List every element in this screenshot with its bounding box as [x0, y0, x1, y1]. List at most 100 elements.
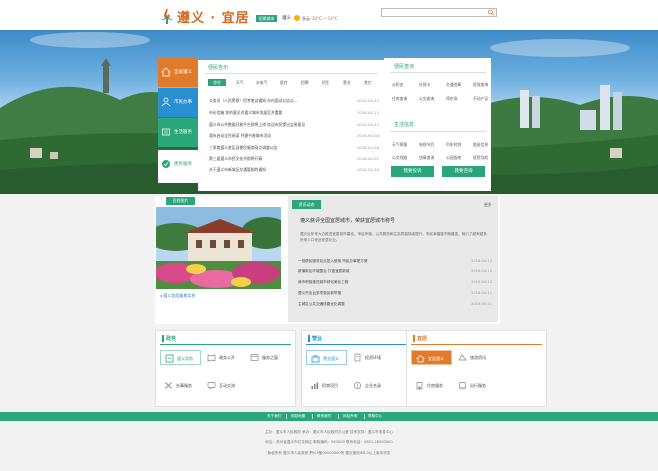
document-icon	[354, 353, 361, 362]
convenience-item[interactable]: 停车场	[446, 96, 457, 102]
notice-row[interactable]: 第三届遵义市民文化节即将开幕 2016-04-02	[209, 156, 379, 162]
service-item-label: 招商项目	[322, 383, 338, 388]
logo-icon	[161, 8, 173, 24]
notice-row[interactable]: 三季度遵义各区县便民服务网点调整公告 2016-04-08	[209, 145, 379, 151]
house-icon	[416, 354, 425, 363]
photo-tab[interactable]: 百姓图片	[166, 197, 195, 205]
city-name: 遵义	[282, 16, 291, 21]
nav-tile-convenience[interactable]: 便民服务	[158, 150, 198, 183]
news-row[interactable]: 我市积极推进城市绿化美化工程 2016-04-12	[298, 280, 492, 285]
divider	[364, 414, 365, 419]
logo-text: 遵义 · 宜居	[177, 11, 250, 26]
notice-row-date: 2016-04-11	[356, 110, 379, 115]
photo-image[interactable]	[156, 207, 281, 289]
convenience-item[interactable]: 社保卡	[419, 82, 430, 88]
notice-row-date: 2016-04-08	[356, 133, 379, 138]
search-icon[interactable]	[487, 9, 495, 16]
footer-link[interactable]: 联系我们	[317, 414, 331, 419]
service-item[interactable]: 出行服务	[454, 378, 495, 393]
service-item[interactable]: 营业遵义	[306, 350, 347, 365]
service-item[interactable]: 住房服务	[411, 378, 452, 393]
notice-tab-active[interactable]: 综合	[208, 79, 226, 86]
notice-row[interactable]: 遵义市公共数据开放平台即将上线 欢迎市民提出宝贵意见 2016-04-11	[209, 122, 379, 128]
business-icon	[311, 355, 320, 363]
notice-tab[interactable]: 水电气	[256, 80, 267, 86]
notice-tab[interactable]: 医疗	[280, 80, 288, 86]
travel-icon	[458, 354, 467, 361]
service-item[interactable]: 旅游资讯	[454, 350, 495, 365]
photo-caption[interactable]: ◂ 遵义宜居美景实拍	[160, 293, 195, 299]
nav-tile-affairs[interactable]: 市民办事	[158, 88, 198, 117]
service-item[interactable]: 政务公开	[203, 350, 244, 365]
convenience-item[interactable]: 不动产证	[473, 96, 488, 102]
notice-row-text: 市长信箱 你的意见对遵义城市发展至关重要	[209, 110, 283, 115]
service-item[interactable]: 企业名录	[349, 378, 390, 393]
service-item-label: 互动交流	[219, 383, 235, 388]
footer-link[interactable]: 帮助中心	[368, 414, 382, 419]
nav-tile-livable[interactable]: 宜居遵义	[158, 58, 198, 87]
news-row-text: 遵义市出台多项惠民新举措	[298, 291, 342, 295]
weather-text: 多云	[302, 16, 310, 21]
footer-link[interactable]: 关于我们	[267, 414, 281, 419]
nav-tile-life-service[interactable]: 生活服务	[158, 118, 198, 147]
news-row-date: 2016-04-11	[471, 302, 492, 306]
news-row-text: 一批便民服务站点投入使用 市民办事更方便	[298, 259, 368, 263]
news-row[interactable]: 主城区公共交通线路优化调整 2016-04-11	[298, 302, 492, 307]
notice-row[interactable]: 市长信箱 你的意见对遵义城市发展至关重要 2016-04-11	[209, 110, 379, 116]
service-item[interactable]: 办事服务	[160, 378, 201, 393]
life-item[interactable]: 列车时刻	[446, 142, 461, 148]
life-item[interactable]: 医院导航	[473, 155, 488, 161]
news-tab[interactable]: 资讯动态	[292, 200, 321, 209]
convenience-item[interactable]: 公积金	[392, 82, 403, 88]
service-card-livable	[406, 330, 547, 407]
news-more-link[interactable]: 更多	[484, 202, 492, 208]
convenience-item[interactable]: 住房查询	[392, 96, 407, 102]
notice-row[interactable]: 公务员（人民警察）招考笔试通知 市内面试公告公... 2016-04-12	[209, 98, 379, 104]
convenience-item[interactable]: 交通违章	[446, 82, 461, 88]
service-item[interactable]: 宜居遵义	[411, 350, 452, 365]
footer-link[interactable]: 网站声明	[343, 414, 357, 419]
news-row[interactable]: 遵义市出台多项惠民新举措 2016-04-11	[298, 291, 492, 296]
news-row-date: 2016-04-12	[471, 269, 492, 273]
news-row[interactable]: 一批便民服务站点投入使用 市民办事更方便 2016-04-12	[298, 259, 492, 264]
life-item[interactable]: 公交线路	[392, 155, 407, 161]
news-row-text: 主城区公共交通线路优化调整	[298, 302, 345, 306]
notice-tab[interactable]: 招聘	[301, 80, 309, 86]
complaint-button[interactable]: 我要投诉	[391, 166, 434, 177]
home-icon	[161, 67, 171, 77]
book-icon	[207, 354, 216, 362]
search-input[interactable]	[381, 8, 497, 17]
convenience-item[interactable]: 公交查询	[419, 96, 434, 102]
service-item[interactable]: 招商项目	[306, 378, 347, 393]
life-item[interactable]: 违章查询	[419, 155, 434, 161]
divider	[312, 414, 313, 419]
life-item[interactable]: 电视节目	[419, 142, 434, 148]
service-icon	[162, 128, 170, 136]
consult-button[interactable]: 我要咨询	[442, 166, 485, 177]
service-item-label: 政务公开	[219, 355, 235, 360]
notice-row[interactable]: 关于遵义市新城区交通管制的通知 2016-01-29	[209, 167, 379, 173]
convenience-title: 便民查询	[394, 64, 415, 70]
service-item[interactable]: 互动交流	[203, 378, 244, 393]
news-headline[interactable]: 遵义获评全国宜居城市，荣获宜居城市称号	[300, 217, 395, 224]
footer-link[interactable]: 网站地图	[291, 414, 305, 419]
notice-row[interactable]: 我市启动全民阅读 共建书香城市活动 2016-04-08	[209, 133, 379, 139]
life-item[interactable]: 航班信息	[473, 142, 488, 148]
service-item[interactable]: 投资环境	[349, 350, 390, 365]
navigation-icon	[165, 354, 174, 363]
life-item[interactable]: 天气预报	[392, 142, 407, 148]
news-row[interactable]: 新蒲新区环境整治 打造宜居新城 2016-04-12	[298, 269, 492, 274]
notice-tab[interactable]: 招生	[322, 80, 330, 86]
convenience-item[interactable]: 医保查询	[473, 82, 488, 88]
news-row-date: 2016-04-11	[471, 291, 492, 295]
life-item[interactable]: 公园指南	[446, 155, 461, 161]
divider	[338, 414, 339, 419]
service-item[interactable]: 服务之窗	[246, 350, 287, 365]
footer-address: 地址：贵州省遵义市红花岗区 邮政编码：563000 联系电话：0851-2800…	[265, 440, 393, 444]
city-switch-button[interactable]: 切换城市	[256, 15, 277, 22]
service-item[interactable]: 遵义导航	[160, 350, 201, 365]
notice-tab[interactable]: 营业	[343, 80, 351, 86]
service-card-title: 宜居	[417, 336, 428, 342]
notice-tab[interactable]: 其它	[364, 80, 372, 86]
notice-tab[interactable]: 天气	[236, 80, 244, 86]
